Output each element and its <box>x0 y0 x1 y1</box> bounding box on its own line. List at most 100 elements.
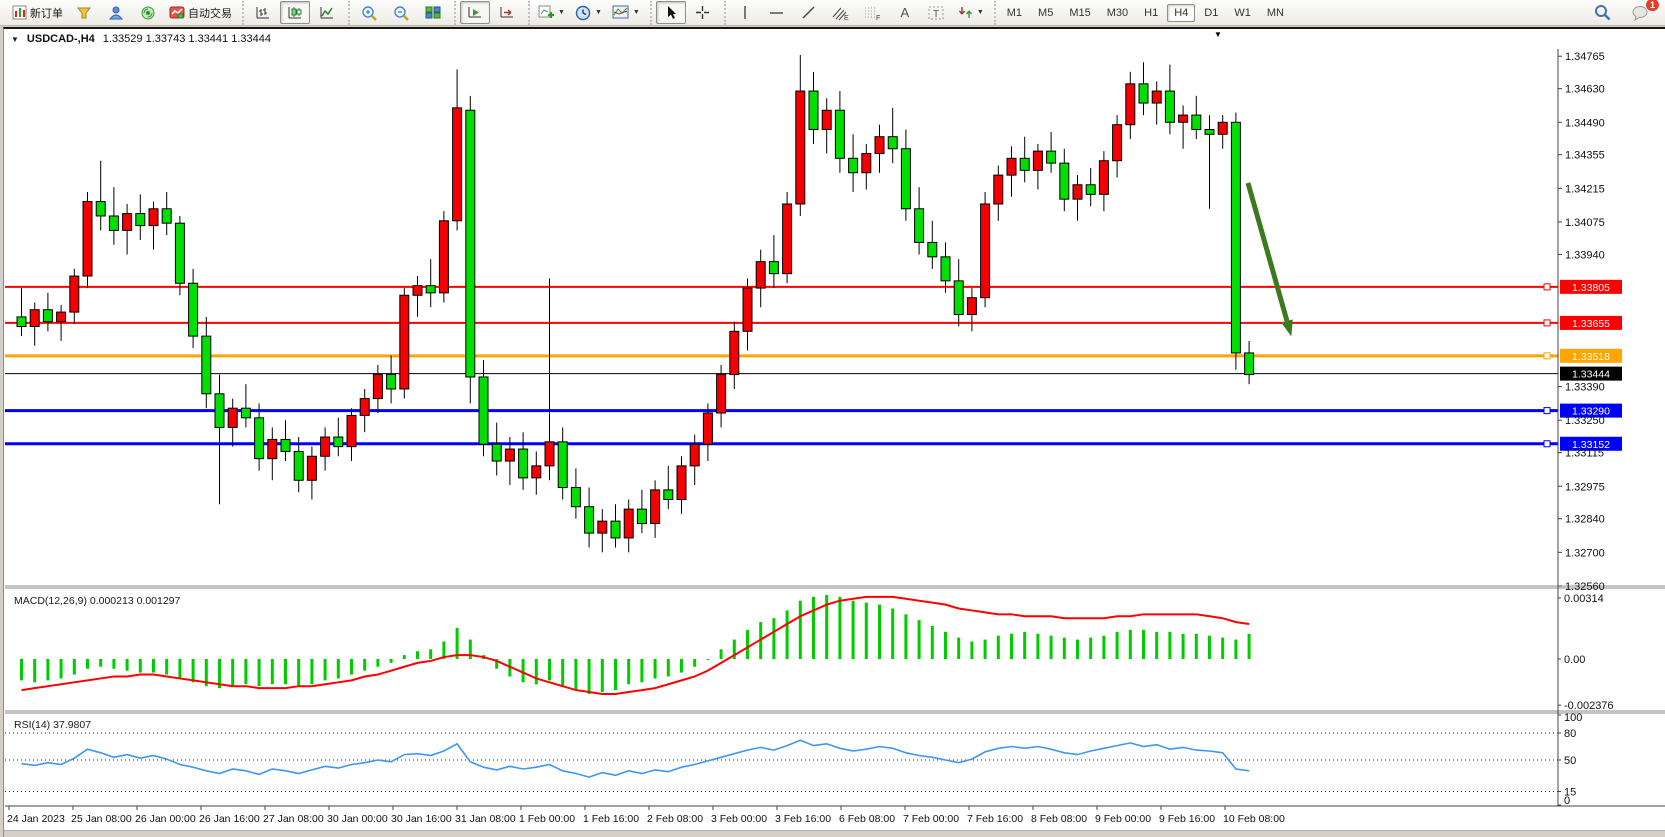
new-chart-caret: ▼ <box>558 9 565 16</box>
arrows-button[interactable]: ▼ <box>954 1 988 24</box>
text-label-button[interactable]: T <box>922 1 952 24</box>
cursor-button[interactable] <box>656 1 686 24</box>
market-watch-button[interactable] <box>101 1 131 24</box>
macd-panel <box>20 595 1251 694</box>
rsi-indicator-label: RSI(14) 37.9807 <box>14 719 91 731</box>
timeframe-M15[interactable]: M15 <box>1062 4 1097 22</box>
svg-text:1.32975: 1.32975 <box>1565 481 1605 493</box>
price-chart-canvas[interactable]: 1.347651.346301.344901.343551.342151.340… <box>5 49 1665 833</box>
templates-button[interactable]: ▼ <box>608 1 644 24</box>
crosshair-button[interactable] <box>688 1 718 24</box>
signals-icon <box>140 5 156 20</box>
svg-text:E: E <box>844 15 849 21</box>
svg-text:1.32840: 1.32840 <box>1565 514 1605 526</box>
timeframe-H1[interactable]: H1 <box>1137 4 1165 22</box>
svg-text:1.33290: 1.33290 <box>1572 406 1610 418</box>
svg-text:0.00: 0.00 <box>1564 654 1585 666</box>
svg-text:1.33444: 1.33444 <box>1572 369 1610 381</box>
auto-trading-icon <box>169 5 185 20</box>
svg-text:1 Feb 16:00: 1 Feb 16:00 <box>583 813 639 825</box>
svg-text:26 Jan 00:00: 26 Jan 00:00 <box>135 813 196 825</box>
bar-chart-button[interactable] <box>248 1 278 24</box>
svg-text:0.00314: 0.00314 <box>1564 593 1604 605</box>
arrows-icon <box>958 5 973 20</box>
market-depth-icon <box>76 5 92 20</box>
line-chart-icon <box>319 5 335 20</box>
candlestick-chart-button[interactable] <box>280 1 310 24</box>
zoom-in-icon <box>361 5 378 21</box>
timeframe-D1[interactable]: D1 <box>1197 4 1225 22</box>
timeframe-M30[interactable]: M30 <box>1100 4 1135 22</box>
splitter-caret-icon[interactable]: ▼ <box>1214 30 1222 39</box>
market-depth-button[interactable] <box>69 1 99 24</box>
vertical-line-button[interactable] <box>730 1 760 24</box>
equidistant-channel-button[interactable]: E <box>826 1 856 24</box>
text-label-icon: T <box>928 5 945 21</box>
svg-text:1.33940: 1.33940 <box>1565 249 1605 261</box>
svg-text:50: 50 <box>1564 755 1576 767</box>
trade-group: 新订单 自动交易 <box>4 1 240 25</box>
new-order-button[interactable]: 新订单 <box>8 1 67 24</box>
timeframe-MN[interactable]: MN <box>1260 4 1291 22</box>
chart-window: ▼ USDCAD-,H4 1.33529 1.33743 1.33441 1.3… <box>3 27 1665 837</box>
tile-windows-button[interactable] <box>418 1 448 24</box>
svg-text:1.33655: 1.33655 <box>1572 318 1610 330</box>
svg-text:26 Jan 16:00: 26 Jan 16:00 <box>199 813 260 825</box>
svg-text:1.33518: 1.33518 <box>1572 351 1610 363</box>
auto-scroll-button[interactable] <box>460 1 490 24</box>
zoom-group <box>348 1 452 25</box>
grid-lines <box>5 733 1558 792</box>
periods-caret: ▼ <box>595 9 602 16</box>
trendline-button[interactable] <box>794 1 824 24</box>
annotation-arrow[interactable] <box>1248 183 1287 321</box>
scroll-group <box>454 1 526 25</box>
rsi-panel <box>22 740 1250 777</box>
svg-text:1.34215: 1.34215 <box>1565 183 1605 195</box>
svg-text:3 Feb 00:00: 3 Feb 00:00 <box>711 813 767 825</box>
new-order-label: 新订单 <box>30 5 63 21</box>
templates-icon <box>612 5 629 20</box>
templates-caret: ▼ <box>633 9 640 16</box>
drawing-group: E F A T ▼ <box>724 1 992 25</box>
candlestick-chart-icon <box>287 5 303 20</box>
auto-trading-button[interactable]: 自动交易 <box>165 1 236 24</box>
timeframe-M1[interactable]: M1 <box>1000 4 1029 22</box>
chart-title-row: ▼ USDCAD-,H4 1.33529 1.33743 1.33441 1.3… <box>11 33 271 45</box>
main-toolbar: 新订单 自动交易 <box>0 0 1665 26</box>
notification-count-badge: 1 <box>1645 0 1660 12</box>
line-chart-button[interactable] <box>312 1 342 24</box>
svg-text:1 Feb 00:00: 1 Feb 00:00 <box>519 813 575 825</box>
svg-text:25 Jan 08:00: 25 Jan 08:00 <box>71 813 132 825</box>
timeframe-W1[interactable]: W1 <box>1227 4 1258 22</box>
chart-shift-icon <box>499 5 515 20</box>
new-chart-button[interactable]: ▼ <box>534 1 569 24</box>
crosshair-icon <box>695 5 710 20</box>
svg-text:1.32560: 1.32560 <box>1565 581 1605 593</box>
chart-shift-button[interactable] <box>492 1 522 24</box>
candles <box>17 55 1254 552</box>
svg-text:1.34765: 1.34765 <box>1565 51 1605 63</box>
zoom-out-button[interactable] <box>386 1 416 24</box>
fibonacci-button[interactable]: F <box>858 1 888 24</box>
notifications-button[interactable]: 1 <box>1625 1 1655 24</box>
svg-text:80: 80 <box>1564 728 1576 740</box>
svg-text:31 Jan 08:00: 31 Jan 08:00 <box>455 813 516 825</box>
svg-text:1.34355: 1.34355 <box>1565 150 1605 162</box>
objects-group: ▼ ▼ ▼ <box>528 1 648 25</box>
periods-button[interactable]: ▼ <box>571 1 606 24</box>
horizontal-line-button[interactable] <box>762 1 792 24</box>
svg-text:1.33152: 1.33152 <box>1572 439 1610 451</box>
auto-scroll-icon <box>467 5 483 20</box>
market-watch-icon <box>108 5 124 20</box>
signals-button[interactable] <box>133 1 163 24</box>
zoom-out-icon <box>393 5 410 21</box>
chart-menu-caret-icon[interactable]: ▼ <box>11 35 19 44</box>
auto-trading-label: 自动交易 <box>188 5 232 21</box>
text-button[interactable]: A <box>890 1 920 24</box>
zoom-in-button[interactable] <box>354 1 384 24</box>
timeframe-M5[interactable]: M5 <box>1031 4 1060 22</box>
svg-text:-0.002376: -0.002376 <box>1564 700 1614 712</box>
timeframe-H4[interactable]: H4 <box>1167 4 1195 22</box>
vertical-line-icon <box>739 5 751 20</box>
search-button[interactable] <box>1587 1 1617 24</box>
